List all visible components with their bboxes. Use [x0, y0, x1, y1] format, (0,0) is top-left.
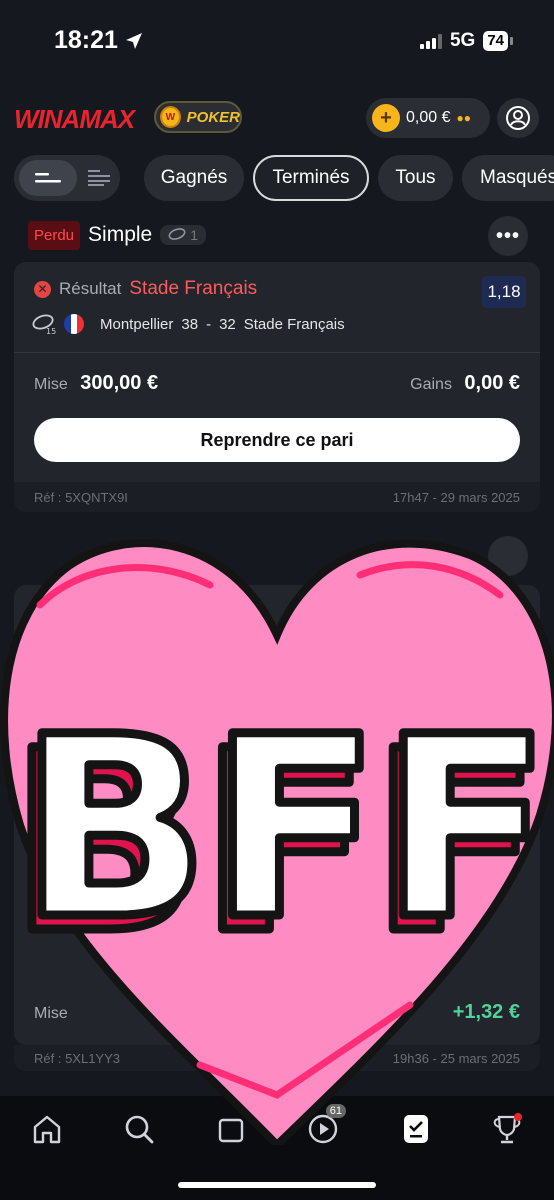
stake-label: Mise [34, 376, 68, 393]
divider [14, 352, 540, 353]
status-time: 18:21 [54, 26, 144, 55]
gains-value: 0,00 € [464, 372, 520, 394]
clock: 18:21 [54, 26, 118, 54]
home-score: 38 [181, 315, 199, 333]
status-indicators: 5G 74 [419, 30, 513, 52]
score-separator: - [206, 315, 212, 333]
signal-icon [419, 33, 442, 49]
more-options-button[interactable]: ••• [488, 216, 528, 256]
filter-gagnes[interactable]: Gagnés [144, 155, 244, 201]
bet-type: Simple [88, 223, 153, 246]
detailed-view-button[interactable] [82, 160, 116, 196]
lost-icon: ✕ [34, 280, 51, 298]
filter-masques[interactable]: Masqués [462, 155, 554, 201]
bet-header: Perdu Simple 1 [28, 219, 207, 251]
coins-icon: ●● [456, 111, 471, 125]
result-team: Stade Français [129, 278, 258, 299]
selection-count: 1 [160, 225, 207, 245]
result-row: ✕ Résultat Stade Français [34, 278, 257, 300]
stake-value: 300,00 € [80, 372, 159, 394]
profile-button[interactable] [497, 98, 539, 138]
bet-card: ✕ Résultat Stade Français 1,18 15 Montpe… [14, 262, 540, 512]
france-flag-icon [64, 314, 84, 334]
result-label: Résultat [59, 279, 122, 298]
compact-view-button[interactable] [19, 160, 77, 196]
gains-label: Gains [410, 376, 452, 393]
rugby-icon: 15 [32, 314, 56, 335]
home-indicator [178, 1182, 376, 1188]
poker-label: POKER [186, 108, 240, 126]
detailed-list-icon [88, 170, 110, 186]
balance-amount: 0,00 € [406, 109, 451, 126]
status-badge: Perdu [28, 220, 81, 250]
svg-text:15: 15 [46, 327, 56, 335]
view-toggle [14, 155, 120, 201]
battery-icon: 74 [483, 31, 513, 51]
rugby-icon [168, 228, 186, 240]
user-icon [506, 106, 530, 130]
poker-coin-icon: W [160, 106, 181, 128]
status-bar: 18:21 5G 74 [0, 0, 554, 84]
odds-badge: 1,18 [482, 276, 526, 308]
balance-button[interactable]: + 0,00 € ●● [366, 98, 490, 138]
winamax-logo[interactable]: WINAMAX [14, 104, 135, 135]
replay-bet-button[interactable]: Reprendre ce pari [34, 418, 520, 462]
away-score: 32 [219, 315, 236, 333]
bff-heart-sticker: BFF BFF [0, 539, 554, 1145]
bet-date: 17h47 - 29 mars 2025 [392, 489, 520, 505]
app-header: WINAMAX W POKER + 0,00 € ●● [0, 96, 554, 142]
selection-count-value: 1 [190, 227, 199, 243]
filter-termines[interactable]: Terminés [253, 155, 369, 201]
bet-reference: Réf : 5XQNTX9I [34, 489, 128, 505]
filter-tous[interactable]: Tous [378, 155, 453, 201]
compact-list-icon [35, 173, 61, 183]
network-label: 5G [449, 30, 476, 51]
stake-row: Mise 300,00 € Gains 0,00 € [34, 372, 520, 395]
away-team: Stade Français [243, 315, 345, 333]
add-funds-icon: + [372, 104, 400, 132]
match-row[interactable]: 15 Montpellier 38 - 32 Stade Français [32, 313, 345, 335]
poker-button[interactable]: W POKER [154, 101, 242, 133]
home-team: Montpellier [100, 315, 174, 333]
sticker-text: BFF [19, 683, 551, 974]
location-arrow-icon [125, 32, 142, 49]
filter-bar: Gagnés Terminés Tous Masqués [0, 155, 554, 201]
